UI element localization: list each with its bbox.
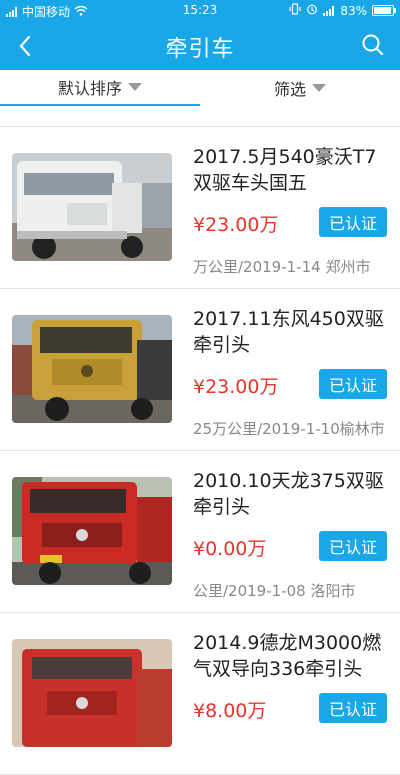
search-icon bbox=[362, 34, 384, 56]
truck-photo bbox=[12, 153, 172, 261]
verified-badge: 已认证 bbox=[319, 693, 387, 723]
listing-price: ¥0.00万 bbox=[193, 538, 267, 560]
listing-price: ¥8.00万 bbox=[193, 700, 267, 722]
triangle-down-icon bbox=[312, 84, 326, 92]
vibrate-icon bbox=[289, 3, 301, 18]
listing-meta: 公里/2019-1-08 洛阳市 bbox=[193, 582, 356, 600]
listing-title: 2014.9德龙M3000燃气双导向336牵引头 bbox=[193, 632, 382, 680]
listing-list: 2017.5月540豪沃T7双驱车头国五 ¥23.00万 已认证 万公里/201… bbox=[0, 127, 400, 775]
list-item[interactable]: 2014.9德龙M3000燃气双导向336牵引头 ¥8.00万 已认证 bbox=[0, 613, 400, 775]
list-item[interactable]: 2010.10天龙375双驱牵引头 ¥0.00万 已认证 公里/2019-1-0… bbox=[0, 451, 400, 613]
status-bar: 中国移动 15:23 83% bbox=[0, 0, 400, 22]
sort-label: 默认排序 bbox=[57, 79, 122, 98]
truck-photo bbox=[12, 315, 172, 423]
verified-badge: 已认证 bbox=[319, 369, 387, 399]
listing-meta: 25万公里/2019-1-10榆林市 bbox=[193, 420, 385, 438]
list-item[interactable]: 2017.5月540豪沃T7双驱车头国五 ¥23.00万 已认证 万公里/201… bbox=[0, 127, 400, 289]
status-right: 83% bbox=[289, 3, 396, 18]
truck-photo bbox=[12, 639, 172, 747]
listing-price: ¥23.00万 bbox=[193, 376, 279, 398]
page-title: 牵引车 bbox=[165, 37, 235, 62]
verified-badge: 已认证 bbox=[319, 531, 387, 561]
listing-price: ¥23.00万 bbox=[193, 214, 279, 236]
truck-photo bbox=[12, 477, 172, 585]
listing-meta: 万公里/2019-1-14 郑州市 bbox=[193, 258, 371, 276]
listing-title: 2017.11东风450双驱牵引头 bbox=[193, 308, 384, 356]
filter-dropdown[interactable]: 筛选 bbox=[200, 70, 400, 106]
verified-badge: 已认证 bbox=[319, 207, 387, 237]
sort-dropdown[interactable]: 默认排序 bbox=[0, 70, 200, 106]
search-button[interactable] bbox=[360, 32, 386, 58]
filter-bar: 默认排序 筛选 bbox=[0, 70, 400, 106]
listing-title: 2017.5月540豪沃T7双驱车头国五 bbox=[193, 146, 377, 194]
battery-percent: 83% bbox=[340, 3, 367, 18]
listing-title: 2010.10天龙375双驱牵引头 bbox=[193, 470, 384, 518]
list-item[interactable]: 2017.11东风450双驱牵引头 ¥23.00万 已认证 25万公里/2019… bbox=[0, 289, 400, 451]
alarm-icon bbox=[306, 3, 318, 18]
app-bar: 牵引车 bbox=[0, 22, 400, 70]
filter-label: 筛选 bbox=[273, 80, 306, 99]
previous-item-peek bbox=[0, 106, 400, 127]
triangle-down-icon bbox=[128, 83, 142, 91]
cell-signal-icon bbox=[323, 5, 335, 16]
battery-icon bbox=[372, 5, 396, 16]
